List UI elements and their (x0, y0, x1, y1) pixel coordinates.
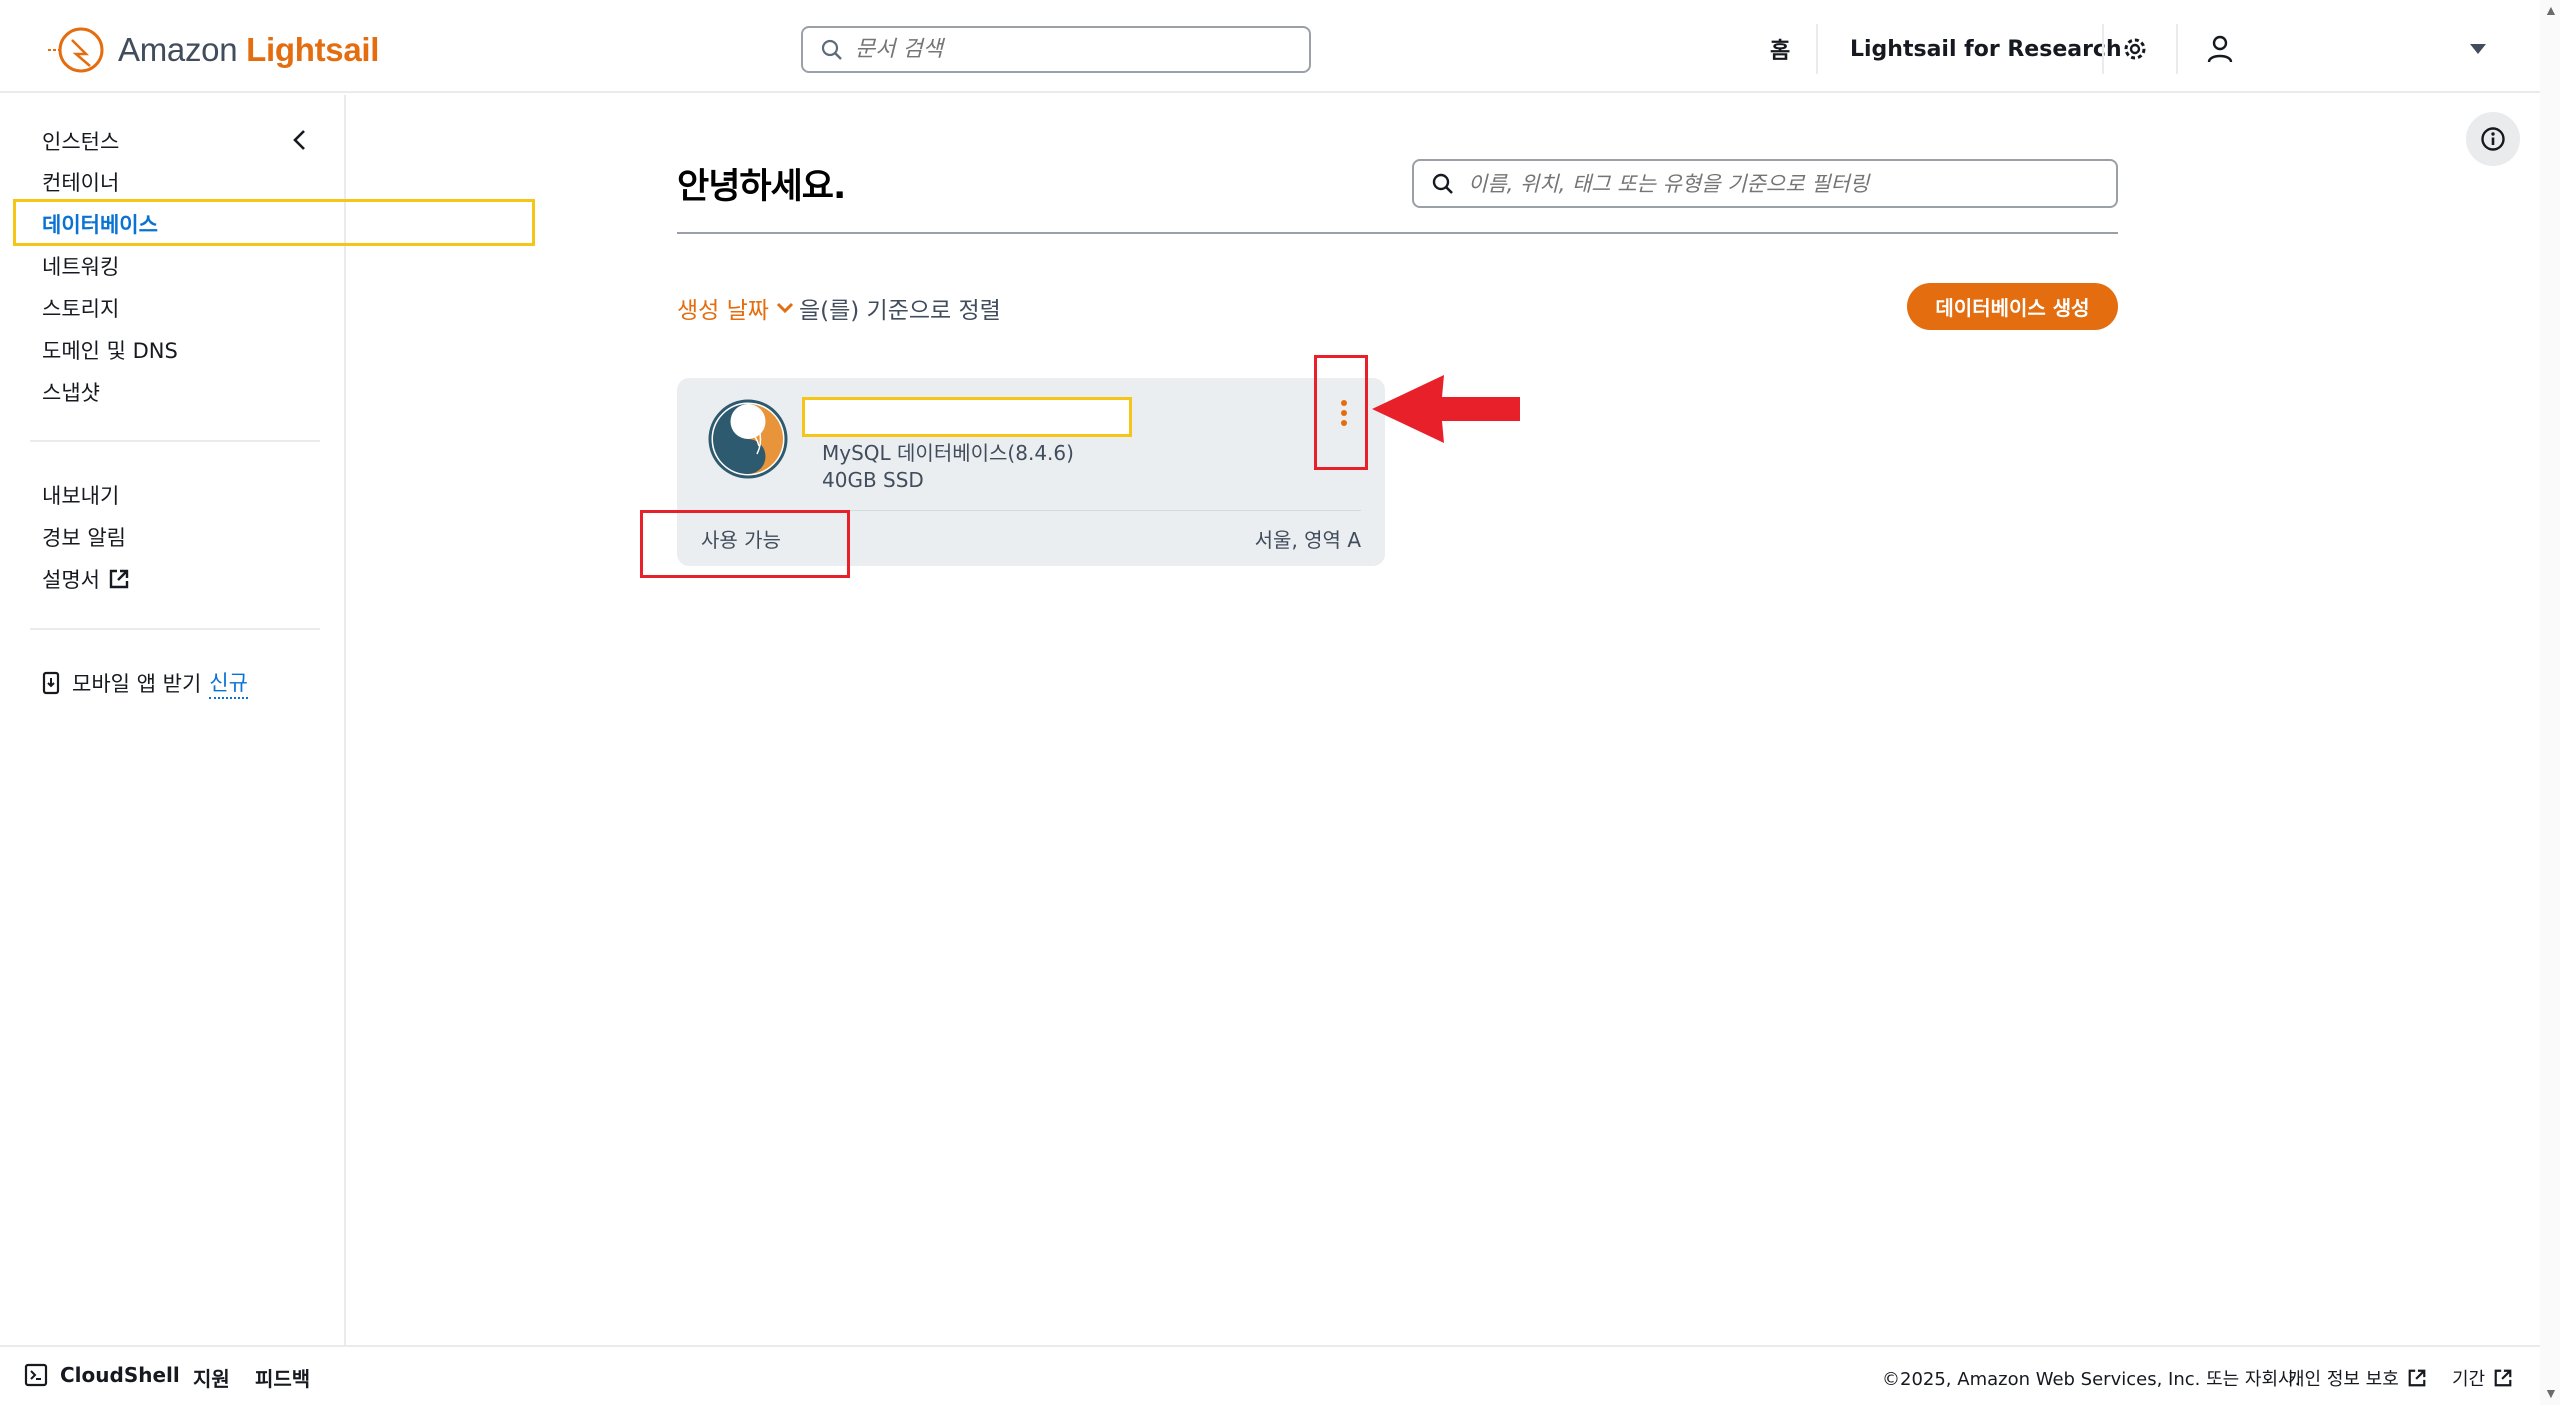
header-separator (2176, 24, 2178, 74)
sidebar-item-instances[interactable]: 인스턴스 (42, 126, 119, 156)
sidebar-item-documentation[interactable]: 설명서 (42, 564, 130, 594)
lightsail-logo-icon (48, 27, 104, 73)
page-greeting: 안녕하세요. (677, 167, 846, 207)
database-engine: MySQL 데이터베이스(8.4.6) (822, 441, 1074, 465)
privacy-label: 개인 정보 보호 (2288, 1369, 2399, 1390)
sidebar-item-alarm-notifications[interactable]: 경보 알림 (42, 522, 126, 552)
red-arrow-annotation-icon (1372, 375, 1520, 443)
mobile-app-label: 모바일 앱 받기 (72, 672, 202, 696)
sidebar-item-storage[interactable]: 스토리지 (42, 293, 119, 323)
database-storage: 40GB SSD (822, 468, 924, 492)
main-divider (677, 232, 2118, 234)
top-header: Amazon Lightsail 홈 Lightsail for Researc… (0, 0, 2540, 93)
sort-suffix-label: 을(를) 기준으로 정렬 (798, 298, 1001, 324)
search-icon (821, 39, 842, 60)
home-link[interactable]: 홈 (1770, 26, 1790, 72)
scroll-up-arrow-icon[interactable]: ▲ (2544, 2, 2558, 18)
chevron-left-icon (293, 130, 305, 150)
feedback-link[interactable]: 피드백 (255, 1363, 310, 1392)
highlight-actions-menu-annotation (1314, 355, 1368, 470)
search-icon (1432, 173, 1453, 194)
new-badge: 신규 (209, 667, 248, 699)
documentation-label: 설명서 (42, 568, 100, 592)
page-footer: CloudShell 지원 피드백 ©2025, Amazon Web Serv… (0, 1345, 2540, 1405)
scroll-down-arrow-icon[interactable]: ▼ (2544, 1385, 2558, 1401)
mysql-database-icon (708, 399, 788, 479)
documentation-search-input[interactable] (855, 37, 1255, 62)
highlight-databases-annotation (13, 199, 535, 246)
mobile-download-icon (42, 671, 60, 695)
info-icon (2481, 127, 2505, 151)
account-dropdown-button[interactable] (2468, 26, 2488, 72)
caret-down-icon (2470, 44, 2486, 54)
sidebar-item-mobile-app[interactable]: 모바일 앱 받기 신규 (42, 667, 248, 699)
external-link-icon (109, 569, 129, 589)
sidebar-item-domains-dns[interactable]: 도메인 및 DNS (42, 335, 178, 365)
privacy-link[interactable]: 개인 정보 보호 (2288, 1365, 2427, 1391)
create-database-button[interactable]: 데이터베이스 생성 (1907, 283, 2118, 330)
cloudshell-button[interactable]: CloudShell (24, 1363, 180, 1387)
header-separator (1816, 24, 1818, 74)
sidebar-item-containers[interactable]: 컨테이너 (42, 167, 119, 197)
header-separator (2102, 24, 2104, 74)
sidebar-item-snapshots[interactable]: 스냅샷 (42, 377, 100, 407)
external-link-icon (2494, 1369, 2512, 1387)
cloudshell-label: CloudShell (60, 1363, 180, 1387)
sidebar-divider (30, 628, 320, 630)
terms-link[interactable]: 기간 (2452, 1365, 2513, 1391)
collapse-sidebar-button[interactable] (290, 128, 310, 152)
database-name-link[interactable] (802, 397, 1132, 437)
resource-filter[interactable] (1412, 159, 2118, 208)
chevron-down-icon[interactable] (775, 300, 795, 316)
terminal-icon (24, 1363, 48, 1387)
user-icon (2207, 35, 2233, 63)
sidebar-divider (30, 440, 320, 442)
database-region: 서울, 영역 A (1254, 528, 1361, 552)
lightsail-logo[interactable]: Amazon Lightsail (46, 24, 379, 76)
info-panel-button[interactable] (2466, 112, 2520, 166)
gear-icon (2124, 38, 2146, 60)
external-link-icon (2408, 1369, 2426, 1387)
sort-control: 생성 날짜 을(를) 기준으로 정렬 (677, 291, 1001, 325)
documentation-search[interactable] (801, 26, 1311, 73)
sort-key-dropdown[interactable]: 생성 날짜 (677, 291, 769, 325)
copyright-text: ©2025, Amazon Web Services, Inc. 또는 자회사. (1882, 1369, 2301, 1390)
page-scrollbar[interactable] (2540, 0, 2560, 1405)
support-link[interactable]: 지원 (193, 1363, 230, 1392)
lightsail-research-link[interactable]: Lightsail for Research (1850, 26, 2122, 72)
side-navigation (0, 95, 346, 1345)
terms-label: 기간 (2452, 1369, 2486, 1390)
highlight-status-annotation (640, 510, 850, 578)
sidebar-item-networking[interactable]: 네트워킹 (42, 251, 119, 281)
logo-text: Amazon Lightsail (118, 31, 380, 68)
sidebar-item-exports[interactable]: 내보내기 (42, 480, 119, 510)
resource-filter-input[interactable] (1468, 171, 2088, 196)
user-account-button[interactable] (2207, 26, 2233, 72)
settings-button[interactable] (2122, 26, 2148, 72)
